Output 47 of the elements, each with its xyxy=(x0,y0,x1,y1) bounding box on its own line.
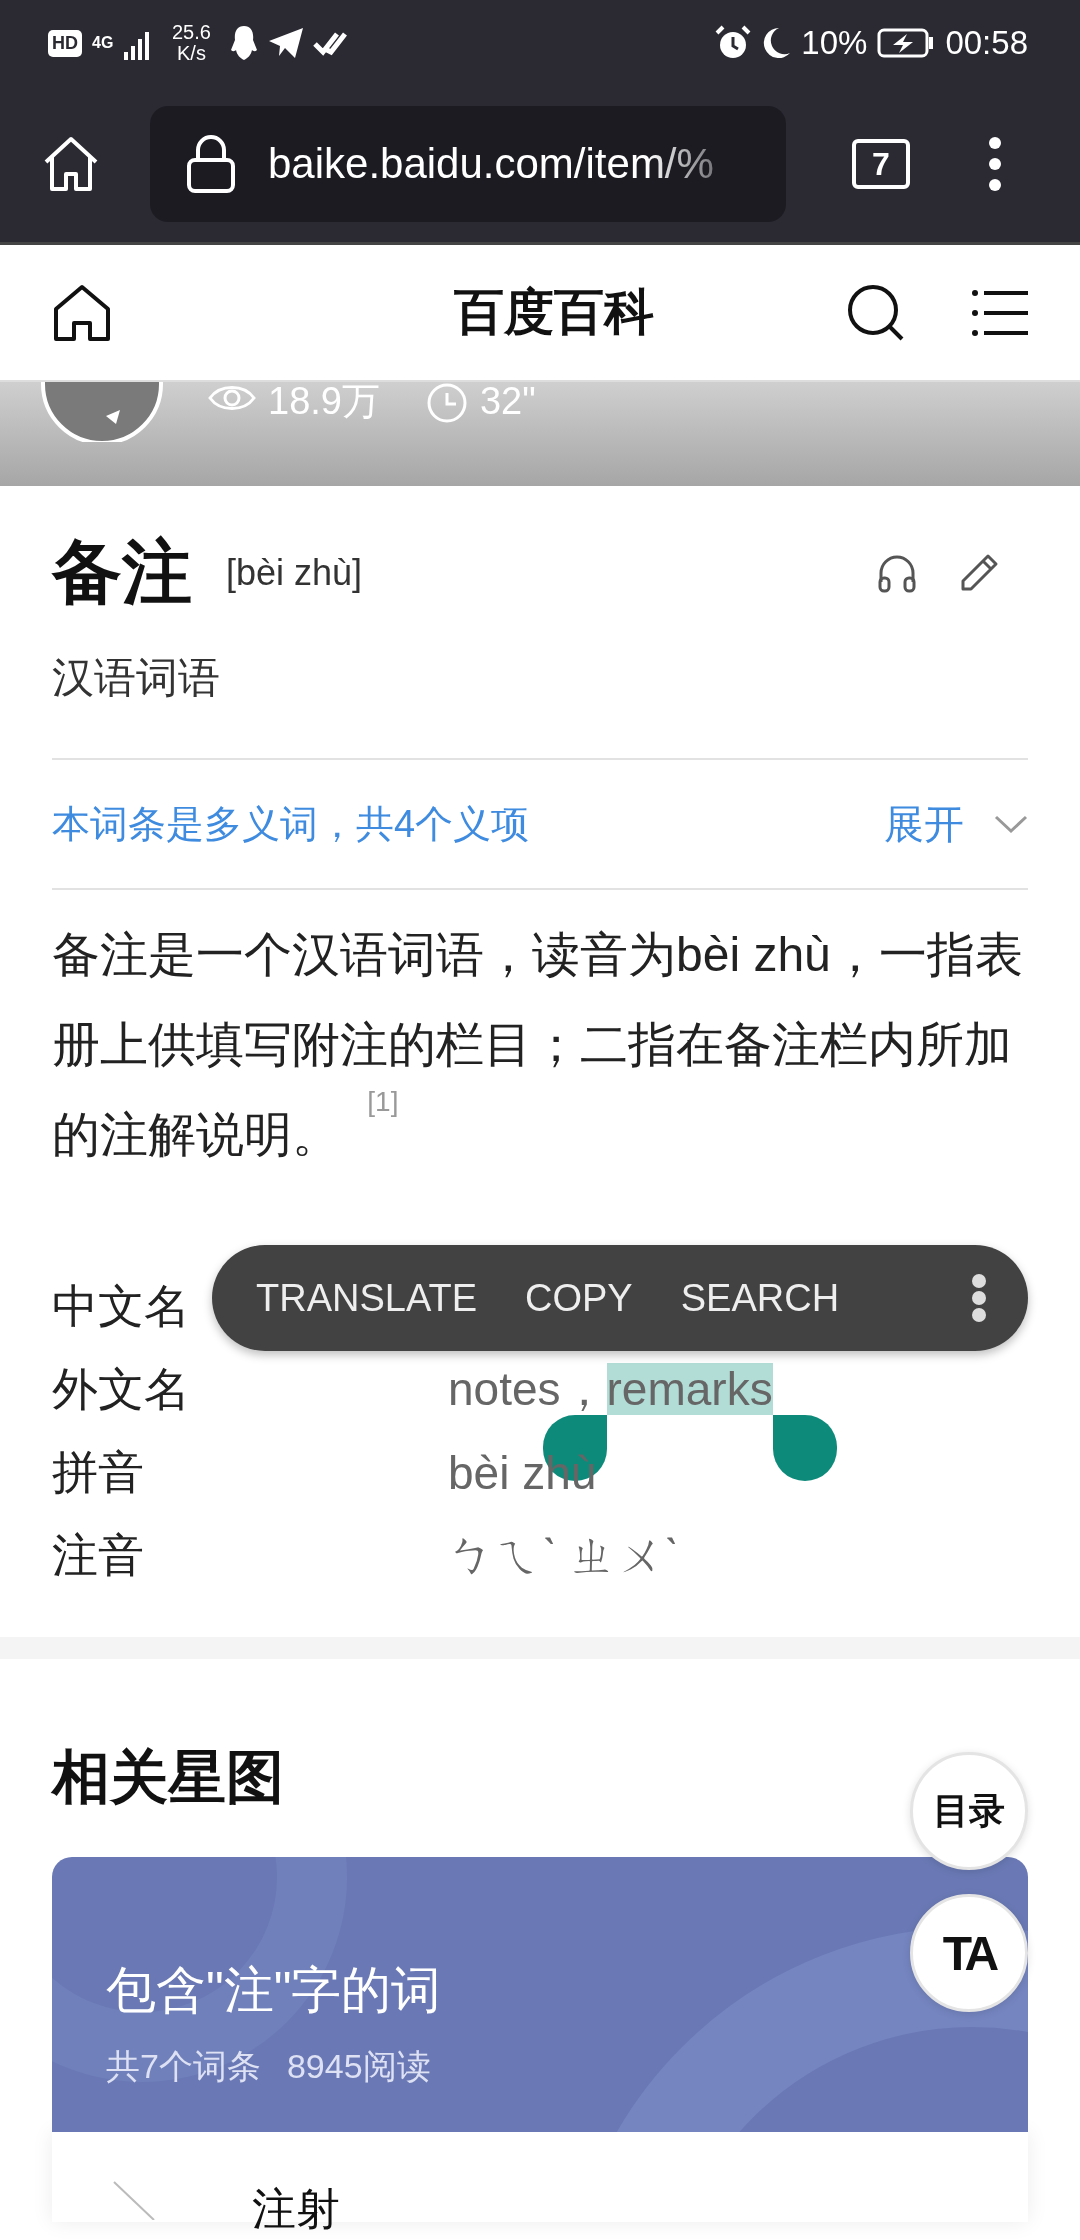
battery-charging-icon xyxy=(877,28,936,58)
home-icon[interactable] xyxy=(42,136,100,192)
clock-time: 00:58 xyxy=(945,24,1028,62)
chevron-down-icon xyxy=(994,814,1028,834)
menu-action[interactable]: TRANSLATE xyxy=(256,1276,501,1320)
info-label: 外文名 xyxy=(52,1361,191,1417)
battery-percentage: 10% xyxy=(801,24,868,62)
alarm-icon xyxy=(715,25,752,61)
clock-icon xyxy=(425,382,468,424)
penguin-icon xyxy=(228,25,259,61)
info-label: 中文名 xyxy=(52,1278,191,1334)
entry-category: 汉语词语 xyxy=(52,650,1028,760)
menu-action[interactable]: COPY xyxy=(501,1276,657,1320)
checkmarks-icon xyxy=(312,30,347,56)
menu-icon[interactable] xyxy=(972,287,1028,338)
info-value: ㄅㄟˋ ㄓㄨˋ xyxy=(448,1528,680,1581)
duration: 32" xyxy=(479,382,536,420)
site-title: 百度百科 xyxy=(453,283,655,342)
view-count: 18.9万 xyxy=(268,382,380,420)
entry-title: 备注 xyxy=(52,532,192,613)
search-icon[interactable] xyxy=(846,282,906,343)
lock-icon xyxy=(186,134,236,194)
info-label: 注音 xyxy=(52,1527,145,1583)
info-value: notes， xyxy=(448,1362,607,1415)
read-count: 8945阅读 xyxy=(286,2046,431,2087)
related-entry[interactable]: 注射 xyxy=(252,2180,340,2239)
more-options-icon[interactable] xyxy=(988,136,1002,192)
floating-button[interactable]: 目录 xyxy=(910,1752,1028,1870)
speed-unit: K/s xyxy=(177,43,206,64)
tab-count-button[interactable]: 7 xyxy=(852,139,910,189)
more-options-icon[interactable] xyxy=(970,1273,988,1323)
play-button-icon[interactable] xyxy=(40,382,164,442)
network-type: 4G xyxy=(92,35,114,51)
network-speed: 25.6 xyxy=(172,22,211,43)
pinyin: [bèi zhù] xyxy=(226,552,363,594)
expand-button[interactable]: 展开 xyxy=(884,796,1028,852)
info-label: 拼音 xyxy=(52,1444,145,1500)
menu-action[interactable]: SEARCH xyxy=(656,1276,864,1320)
home-icon[interactable] xyxy=(52,282,112,343)
card-title: 包含"注"字的词 xyxy=(106,1961,443,2020)
polysemy-notice[interactable]: 本词条是多义词，共4个义项 xyxy=(52,798,530,850)
entry-count: 共7个词条 xyxy=(106,2046,261,2087)
moon-icon xyxy=(761,27,792,59)
address-bar[interactable]: baike.baidu.com/item/% xyxy=(150,106,786,222)
hd-indicator: HD xyxy=(48,29,82,57)
paper-plane-icon xyxy=(268,28,303,58)
section-heading: 相关星图 xyxy=(52,1743,284,1811)
